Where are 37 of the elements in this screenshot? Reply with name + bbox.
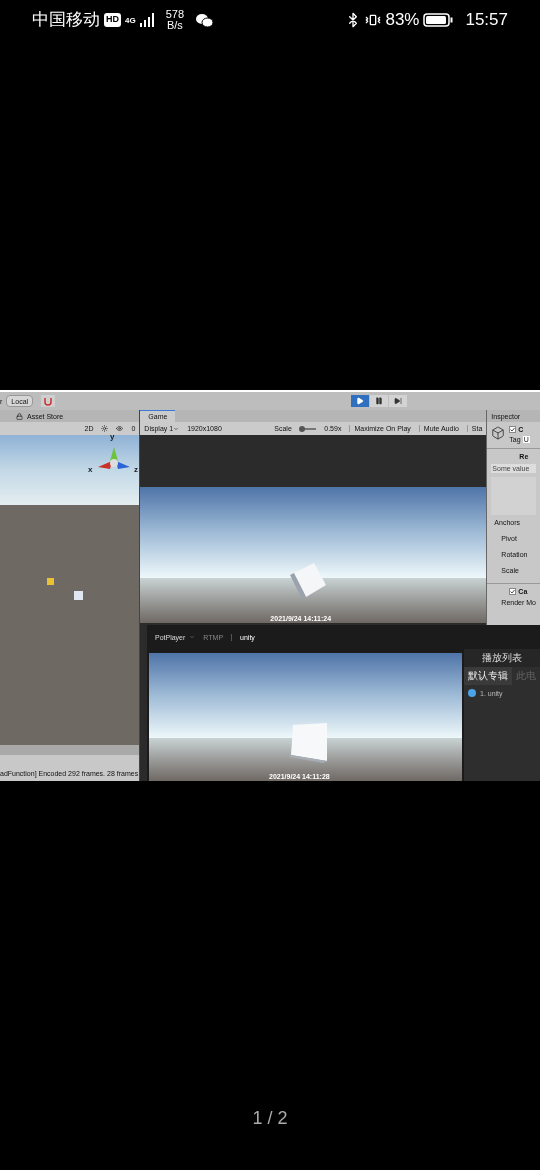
clock-time: 15:57 <box>465 9 508 32</box>
cube-icon <box>491 426 506 440</box>
visibility-icon[interactable] <box>116 425 124 432</box>
axis-label: z <box>134 466 138 474</box>
speed-value: 578 <box>165 9 185 20</box>
playlist-title: 播放列表 <box>464 649 540 667</box>
axis-label: x <box>88 466 93 474</box>
cube-icon <box>74 591 83 600</box>
battery-icon <box>423 13 454 27</box>
step-icon <box>394 397 403 405</box>
network-type: 4G <box>125 15 136 28</box>
playback-button[interactable] <box>351 395 370 407</box>
cube-drawing <box>287 721 329 763</box>
checkbox[interactable] <box>509 426 517 433</box>
caret-icon <box>189 634 196 640</box>
playlist-tab[interactable]: 默认专辑 <box>464 667 512 685</box>
hd-badge: HD <box>104 13 121 27</box>
battery-percent: 83% <box>385 9 420 32</box>
chat-bubbles-icon <box>196 12 214 28</box>
axis-label: y <box>110 433 115 441</box>
pause-icon <box>375 397 384 405</box>
media-file-icon <box>468 689 476 697</box>
play-icon <box>356 397 365 405</box>
signal-icon <box>139 13 154 27</box>
lock-icon <box>16 412 23 420</box>
playback-button[interactable] <box>370 395 389 407</box>
caret-icon <box>173 425 180 432</box>
magnet-icon[interactable] <box>41 395 56 407</box>
carrier-name: 中国移动 <box>32 9 100 32</box>
playback-button[interactable] <box>389 395 408 407</box>
checkbox[interactable] <box>509 588 517 595</box>
light-icon[interactable] <box>101 425 109 432</box>
speed-unit: B/s <box>166 20 183 31</box>
vibrate-icon <box>365 12 382 28</box>
page-indicator: 1 / 2 <box>252 1107 288 1130</box>
slider-thumb[interactable] <box>299 425 306 432</box>
scale-slider[interactable] <box>299 427 317 430</box>
